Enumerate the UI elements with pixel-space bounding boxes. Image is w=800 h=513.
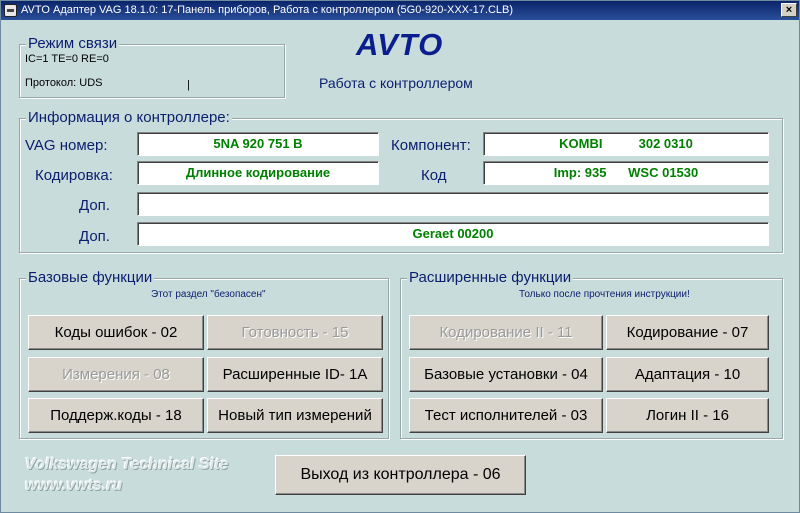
main-window: AVTO Адаптер VAG 18.1.0: 17-Панель прибо… <box>0 0 800 513</box>
advanced-functions-title: Расширенные функции <box>407 269 574 286</box>
vag-number-field: 5NA 920 751 B <box>137 132 379 156</box>
coding-field: Длинное кодирование <box>137 161 379 185</box>
extra-1-label: Доп. <box>79 197 110 214</box>
component-label: Компонент: <box>391 137 471 154</box>
connection-group-title: Режим связи <box>26 35 120 52</box>
app-icon <box>4 4 17 17</box>
basic-settings-button[interactable]: Базовые установки - 04 <box>409 357 603 392</box>
controller-info-title: Информация о контроллере: <box>26 109 232 126</box>
title-bar: AVTO Адаптер VAG 18.1.0: 17-Панель прибо… <box>1 1 799 20</box>
connection-status: IC=1 TE=0 RE=0 <box>25 53 109 65</box>
coding-button[interactable]: Кодирование - 07 <box>606 315 769 350</box>
readiness-button[interactable]: Готовность - 15 <box>207 315 383 350</box>
watermark-line-1: Volkswagen Technical Site <box>25 456 229 473</box>
watermark-line-2: www.vwts.ru <box>25 477 123 494</box>
advanced-functions-note: Только после прочтения инструкции! <box>519 289 690 300</box>
page-subtitle: Работа с контроллером <box>319 75 473 91</box>
extended-id-button[interactable]: Расширенные ID- 1A <box>207 357 383 392</box>
extra-2-field: Geraet 00200 <box>137 222 769 246</box>
code-label: Код <box>421 167 447 184</box>
login-ii-button[interactable]: Логин II - 16 <box>606 398 769 433</box>
fault-codes-button[interactable]: Коды ошибок - 02 <box>28 315 204 350</box>
output-test-button[interactable]: Тест исполнителей - 03 <box>409 398 603 433</box>
vag-number-label: VAG номер: <box>25 137 108 154</box>
avto-logo: AVTO <box>356 27 444 62</box>
supported-codes-button[interactable]: Поддерж.коды - 18 <box>28 398 204 433</box>
new-measurements-button[interactable]: Новый тип измерений <box>207 398 383 433</box>
connection-group: Режим связи IC=1 TE=0 RE=0 Протокол: UDS… <box>19 35 285 98</box>
basic-functions-title: Базовые функции <box>26 269 155 286</box>
component-field: KOMBI 302 0310 <box>483 132 769 156</box>
coding-label: Кодировка: <box>35 167 113 184</box>
measurements-button[interactable]: Измерения - 08 <box>28 357 204 392</box>
extra-1-field <box>137 192 769 216</box>
basic-functions-note: Этот раздел "безопасен" <box>151 289 266 300</box>
protocol-label: Протокол: UDS <box>25 77 103 89</box>
close-button[interactable]: × <box>781 3 797 17</box>
coding-ii-button[interactable]: Кодирование II - 11 <box>409 315 603 350</box>
code-field: Imp: 935 WSC 01530 <box>483 161 769 185</box>
adaptation-button[interactable]: Адаптация - 10 <box>606 357 769 392</box>
exit-controller-button[interactable]: Выход из контроллера - 06 <box>275 455 526 495</box>
window-title: AVTO Адаптер VAG 18.1.0: 17-Панель прибо… <box>21 4 514 16</box>
activity-indicator: | <box>187 79 190 91</box>
extra-2-label: Доп. <box>79 228 110 245</box>
